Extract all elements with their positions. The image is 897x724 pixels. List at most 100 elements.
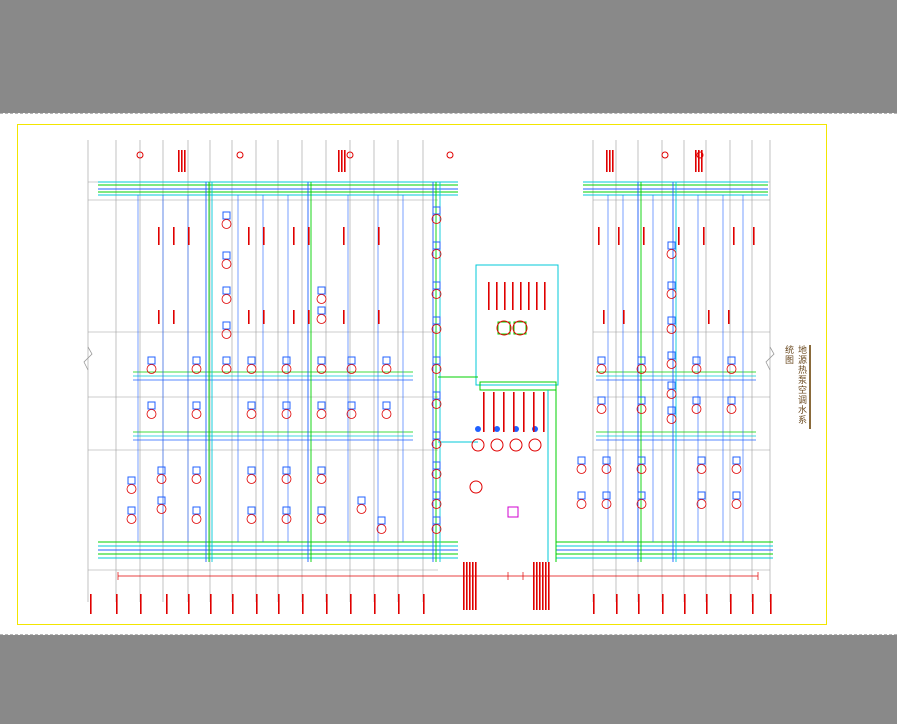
- annotation-mark: [770, 594, 772, 614]
- fan-coil-unit-icon: [222, 321, 231, 330]
- annotation-mark: [545, 562, 547, 610]
- fan-coil-unit-icon: [282, 466, 291, 475]
- pump-group: [469, 320, 542, 518]
- annotation-mark: [752, 594, 754, 614]
- fan-coil-unit-icon: [282, 401, 291, 410]
- pipe-network: [98, 181, 773, 562]
- heat-pump-icon: [512, 320, 528, 336]
- plant-header: [479, 381, 557, 391]
- annotation-mark: [533, 392, 535, 432]
- fan-coil-unit-icon: [282, 506, 291, 515]
- valve-tag-icon: [661, 151, 669, 159]
- terminal-valve-icon: [576, 464, 587, 474]
- valve-tag-icon: [236, 151, 244, 159]
- pump-icon: [471, 438, 485, 452]
- terminal-valve-icon: [666, 359, 677, 369]
- fan-coil-unit-icon: [637, 491, 646, 500]
- annotation-mark: [248, 227, 250, 245]
- terminal-valve-icon: [576, 499, 587, 509]
- annotation-mark: [543, 392, 545, 432]
- annotation-mark: [423, 594, 425, 614]
- water-treatment-icon: [507, 506, 519, 518]
- annotation-mark: [606, 150, 608, 172]
- annotation-mark: [539, 562, 541, 610]
- terminal-valve-icon: [666, 414, 677, 424]
- terminal-valve-icon: [246, 474, 257, 484]
- annotation-mark: [706, 594, 708, 614]
- annotation-mark: [263, 227, 265, 245]
- annotation-mark: [469, 562, 471, 610]
- terminal-valve-icon: [731, 464, 742, 474]
- fan-coil-unit-icon: [147, 356, 156, 365]
- terminal-valve-icon: [246, 514, 257, 524]
- fan-coil-unit-icon: [697, 456, 706, 465]
- annotation-mark: [695, 150, 697, 172]
- heat-pump-icon: [496, 320, 512, 336]
- annotation-mark: [308, 310, 310, 324]
- fan-coil-unit-icon: [347, 401, 356, 410]
- annotation-mark: [730, 594, 732, 614]
- annotation-mark: [662, 594, 664, 614]
- annotation-mark: [483, 392, 485, 432]
- fan-coil-unit-icon: [667, 381, 676, 390]
- fan-coil-unit-icon: [667, 406, 676, 415]
- annotation-mark: [638, 594, 640, 614]
- expansion-tank-icon: [469, 480, 483, 494]
- annotation-mark: [533, 562, 535, 610]
- annotation-mark: [520, 282, 522, 310]
- viewer-bottom-area: [0, 636, 897, 724]
- annotation-mark: [463, 562, 465, 610]
- annotation-mark: [616, 594, 618, 614]
- fan-coil-unit-icon: [282, 356, 291, 365]
- pump-icon: [509, 438, 523, 452]
- fan-coil-unit-icon: [692, 356, 701, 365]
- terminal-valve-icon: [246, 409, 257, 419]
- terminal-valve-icon: [726, 404, 737, 414]
- fan-coil-unit-icon: [247, 401, 256, 410]
- fan-coil-unit-icon: [317, 466, 326, 475]
- terminal-valve-icon: [601, 464, 612, 474]
- fan-coil-unit-icon: [432, 281, 441, 290]
- pump-gauge-icon: [475, 426, 481, 432]
- terminal-valve-icon: [156, 474, 167, 484]
- fan-coil-unit-icon: [247, 506, 256, 515]
- annotation-mark: [378, 310, 380, 324]
- terminal-valve-icon: [316, 409, 327, 419]
- annotation-mark: [90, 594, 92, 614]
- fan-coil-unit-icon: [157, 496, 166, 505]
- fan-coil-unit-icon: [127, 506, 136, 515]
- annotation-mark: [493, 392, 495, 432]
- fan-coil-unit-icon: [692, 396, 701, 405]
- annotation-mark: [475, 562, 477, 610]
- annotation-mark: [210, 594, 212, 614]
- fan-coil-unit-icon: [357, 496, 366, 505]
- terminal-valve-icon: [156, 504, 167, 514]
- fan-coil-unit-icon: [697, 491, 706, 500]
- fan-coil-unit-icon: [432, 461, 441, 470]
- sheet-title: 地源热泵空调水系统图: [784, 345, 807, 425]
- terminal-valve-icon: [666, 249, 677, 259]
- terminal-valve-icon: [281, 474, 292, 484]
- annotation-mark: [598, 227, 600, 245]
- annotation-mark: [232, 594, 234, 614]
- terminal-valve-icon: [376, 524, 387, 534]
- annotation-mark: [188, 227, 190, 245]
- fan-coil-unit-icon: [602, 456, 611, 465]
- terminal-valve-icon: [601, 499, 612, 509]
- annotation-mark: [593, 594, 595, 614]
- annotation-mark: [308, 227, 310, 245]
- annotation-mark: [544, 282, 546, 310]
- terminal-valve-icon: [221, 329, 232, 339]
- fan-coil-unit-icon: [727, 396, 736, 405]
- fan-coil-unit-icon: [192, 401, 201, 410]
- terminal-valve-icon: [281, 409, 292, 419]
- annotation-mark: [158, 227, 160, 245]
- annotation-mark: [178, 150, 180, 172]
- annotation-mark: [678, 227, 680, 245]
- terminal-valve-icon: [126, 484, 137, 494]
- annotation-mark: [513, 392, 515, 432]
- terminal-valve-icon: [221, 219, 232, 229]
- building-grid-lines: [83, 140, 775, 602]
- fan-coil-unit-icon: [192, 466, 201, 475]
- annotation-mark: [181, 150, 183, 172]
